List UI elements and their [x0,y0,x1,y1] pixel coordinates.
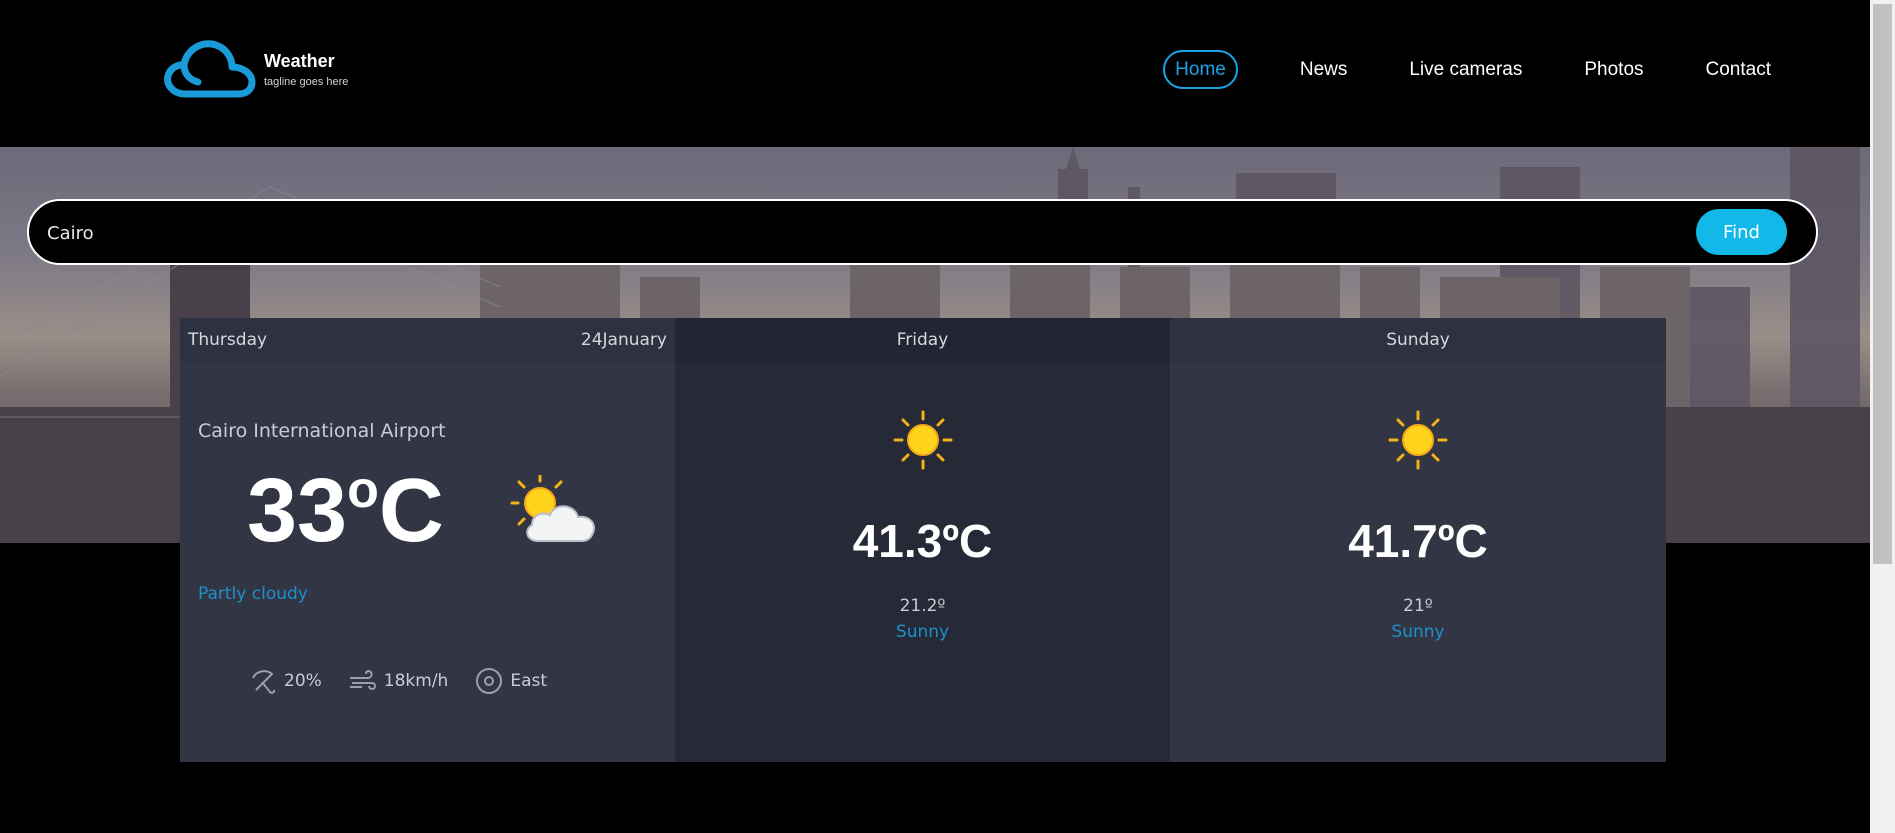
today-forecast: Thursday 24January Cairo International A… [180,318,675,762]
direction-stat: East [474,666,547,696]
current-temperature: 33oC [247,461,444,561]
forecast-day: Friday 41.3ºC 21.2º Sunny [675,318,1170,762]
main-nav: Home News Live cameras Photos Contact [1163,50,1771,89]
city-search-input[interactable] [47,219,1647,247]
weather-stats: 20% 18km/h East [248,666,573,696]
cloud-logo-icon [164,40,256,98]
forecast-day-name: Sunday [1170,318,1666,362]
sun-icon [1388,410,1448,470]
partly-cloudy-icon [510,475,596,542]
wind-direction: East [510,671,548,691]
site-logo[interactable]: Weather tagline goes here [164,40,348,98]
wind-speed: 18km/h [383,671,449,691]
search-bar: Find [27,199,1818,265]
brand-tagline: tagline goes here [264,75,349,88]
forecast-table: Thursday 24January Cairo International A… [180,318,1666,762]
sun-icon [893,410,952,470]
forecast-max-temp: 41.7ºC [1348,515,1488,567]
today-date: 24January [580,330,667,350]
today-day: Thursday [188,330,268,350]
location-name: Cairo International Airport [198,420,446,442]
forecast-max-temp: 41.3ºC [852,515,993,567]
wind-stat: 18km/h [348,666,449,696]
current-condition: Partly cloudy [198,584,308,604]
find-button[interactable]: Find [1696,209,1787,255]
compass-icon [476,668,503,694]
nav-news[interactable]: News [1300,60,1348,79]
rain-chance: 20% [284,671,322,691]
nav-contact[interactable]: Contact [1706,60,1771,79]
forecast-min-temp: 21.2º [899,596,946,616]
rain-stat: 20% [248,666,322,696]
forecast-condition: Sunny [895,622,950,642]
page-scrollbar[interactable] [1870,0,1895,833]
forecast-day-name: Friday [675,318,1170,362]
forecast-min-temp: 21º [1403,596,1433,616]
umbrella-icon [252,670,276,694]
forecast-condition: Sunny [1391,622,1445,642]
brand: Weather tagline goes here [264,51,348,88]
wind-icon [349,669,376,691]
scrollbar-thumb[interactable] [1873,4,1892,564]
page: Weather tagline goes here Home News Live… [0,0,1895,833]
nav-photos[interactable]: Photos [1584,60,1643,79]
brand-name: Weather [264,50,335,71]
forecast-day: Sunday 41.7ºC 21º Sunny [1170,318,1666,762]
today-header: Thursday 24January [180,318,675,362]
nav-home[interactable]: Home [1163,50,1238,89]
nav-live-cameras[interactable]: Live cameras [1409,60,1522,79]
